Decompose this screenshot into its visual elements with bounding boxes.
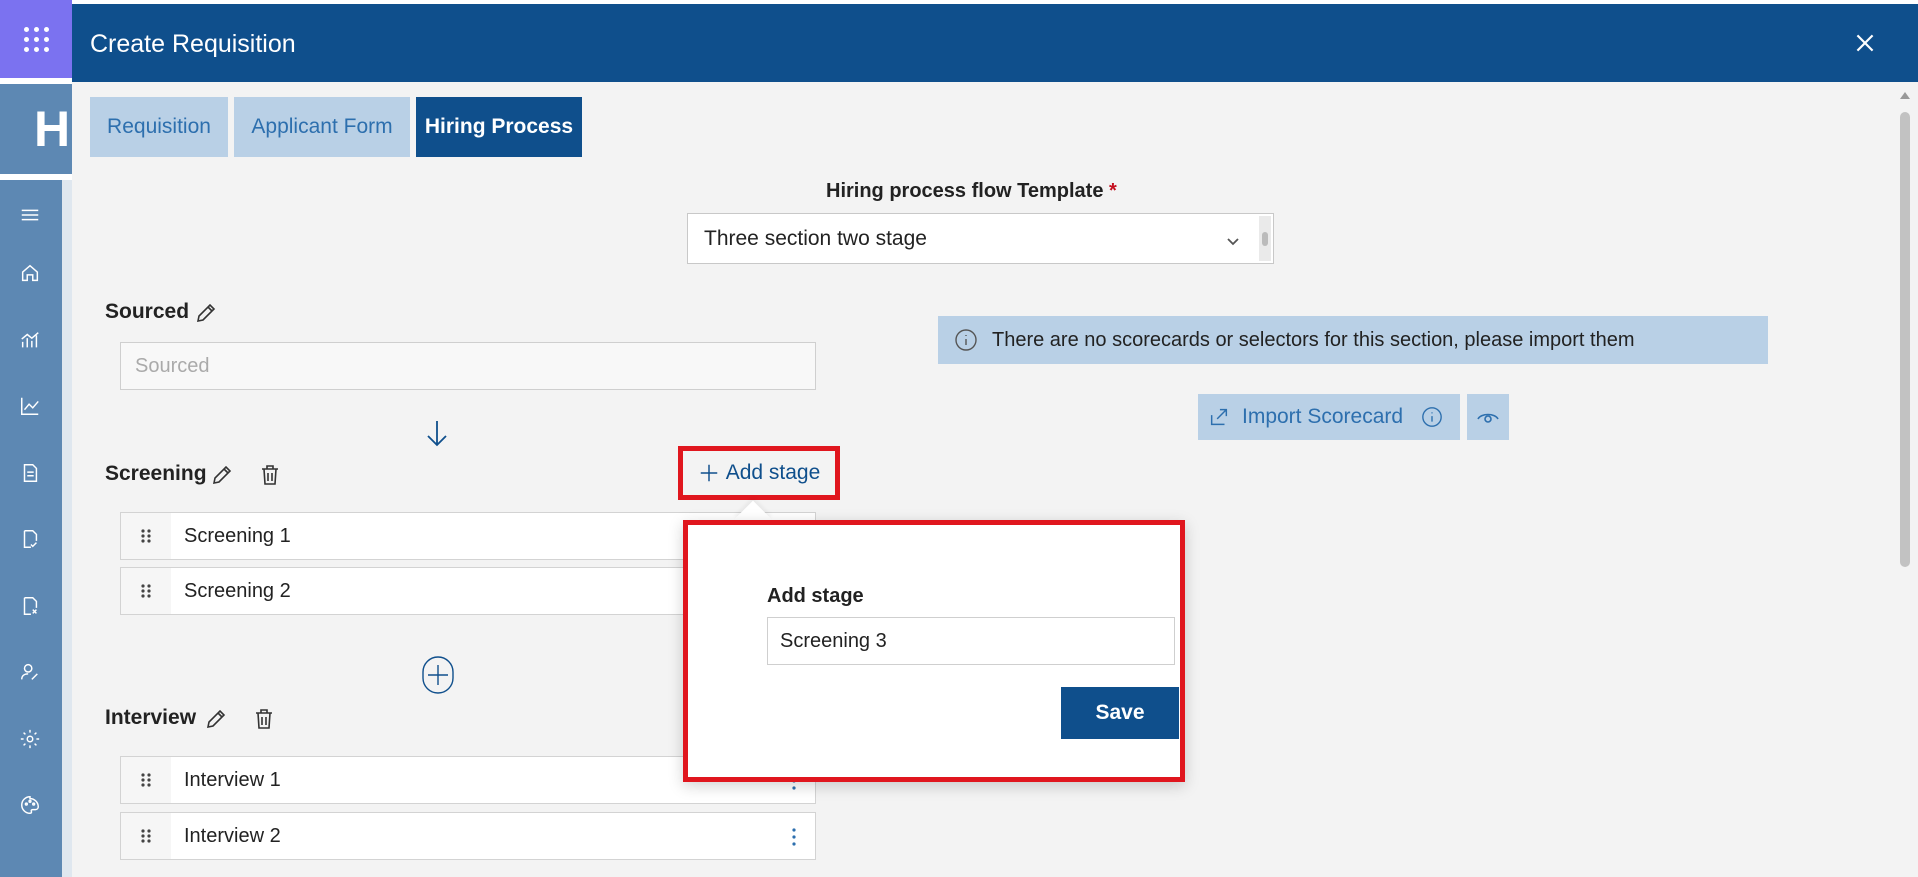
scroll-thumb[interactable] bbox=[1900, 112, 1910, 567]
add-stage-button[interactable]: Add stage bbox=[678, 446, 840, 500]
info-icon[interactable] bbox=[1421, 406, 1443, 428]
line-chart-icon[interactable] bbox=[17, 393, 43, 419]
template-select[interactable]: Three section two stage bbox=[687, 213, 1274, 264]
trash-icon bbox=[256, 709, 272, 729]
chevron-down-icon bbox=[1225, 231, 1241, 247]
stage-name-input[interactable] bbox=[767, 617, 1175, 665]
drag-handle-icon[interactable] bbox=[121, 513, 171, 559]
sourced-input: Sourced bbox=[120, 342, 816, 390]
close-icon bbox=[1856, 34, 1874, 52]
preview-scorecard-button[interactable] bbox=[1467, 394, 1509, 440]
section-label-sourced: Sourced bbox=[105, 300, 190, 323]
scroll-up-arrow[interactable] bbox=[1900, 92, 1910, 99]
analytics-icon[interactable] bbox=[17, 327, 43, 353]
stage-name: Interview 1 bbox=[184, 769, 281, 791]
select-scrollbar[interactable] bbox=[1259, 216, 1271, 261]
plus-circle-icon bbox=[422, 656, 454, 694]
dialog-header: Create Requisition bbox=[72, 4, 1918, 82]
edit-interview-button[interactable] bbox=[204, 707, 228, 731]
delete-interview-button[interactable] bbox=[252, 707, 276, 731]
settings-icon[interactable] bbox=[17, 726, 43, 752]
rail-gap bbox=[62, 180, 72, 877]
dialog-scrollbar[interactable] bbox=[1892, 82, 1918, 877]
person-edit-icon[interactable] bbox=[17, 659, 43, 685]
more-options-icon[interactable] bbox=[791, 827, 797, 847]
pencil-icon bbox=[212, 465, 232, 485]
stage-name: Interview 2 bbox=[184, 825, 281, 847]
home-icon[interactable] bbox=[17, 260, 43, 286]
add-stage-popup-title: Add stage bbox=[767, 585, 864, 607]
scorecard-info-bar: There are no scorecards or selectors for… bbox=[938, 316, 1768, 364]
drag-handle-icon[interactable] bbox=[121, 568, 171, 614]
close-button[interactable] bbox=[1852, 30, 1878, 56]
left-nav-rail bbox=[0, 180, 62, 877]
required-mark: * bbox=[1109, 180, 1117, 202]
delete-screening-button[interactable] bbox=[258, 463, 282, 487]
dialog-title: Create Requisition bbox=[90, 30, 296, 58]
section-label-screening: Screening bbox=[105, 462, 207, 485]
import-scorecard-button[interactable]: Import Scorecard bbox=[1198, 394, 1460, 440]
drag-handle-icon[interactable] bbox=[121, 757, 171, 803]
add-section-button[interactable] bbox=[422, 656, 454, 694]
stage-name: Screening 2 bbox=[184, 580, 291, 602]
edit-screening-button[interactable] bbox=[210, 463, 234, 487]
tab-applicant-form[interactable]: Applicant Form bbox=[234, 97, 410, 157]
trash-icon bbox=[262, 465, 278, 485]
import-scorecard-label: Import Scorecard bbox=[1242, 405, 1404, 428]
eye-icon bbox=[1477, 413, 1499, 423]
edit-sourced-button[interactable] bbox=[194, 301, 218, 325]
pencil-icon bbox=[206, 709, 226, 729]
drag-handle-icon[interactable] bbox=[121, 813, 171, 859]
plus-icon bbox=[700, 464, 717, 482]
create-requisition-dialog: Create Requisition Requisition Applicant… bbox=[72, 4, 1918, 877]
app-launcher-button[interactable] bbox=[0, 0, 72, 78]
stage-name: Screening 1 bbox=[184, 525, 291, 547]
share-icon bbox=[1208, 406, 1230, 428]
info-icon bbox=[955, 329, 977, 351]
waffle-icon bbox=[23, 26, 49, 52]
palette-icon[interactable] bbox=[17, 792, 43, 818]
document-check-icon[interactable] bbox=[17, 526, 43, 552]
template-select-value: Three section two stage bbox=[704, 226, 927, 250]
template-label: Hiring process flow Template * bbox=[826, 180, 1117, 203]
arrow-down-icon bbox=[424, 418, 450, 448]
menu-icon[interactable] bbox=[17, 202, 43, 228]
tab-requisition[interactable]: Requisition bbox=[90, 97, 228, 157]
document-remove-icon[interactable] bbox=[17, 593, 43, 619]
save-button[interactable]: Save bbox=[1061, 687, 1179, 739]
stage-row[interactable]: Interview 2 bbox=[120, 812, 816, 860]
template-label-text: Hiring process flow Template bbox=[826, 180, 1104, 202]
document-icon[interactable] bbox=[17, 460, 43, 486]
add-stage-popup: Add stage Save bbox=[683, 520, 1185, 782]
section-label-interview: Interview bbox=[105, 706, 197, 729]
tab-hiring-process[interactable]: Hiring Process bbox=[416, 97, 582, 157]
pencil-icon bbox=[196, 303, 216, 323]
scorecard-info-text: There are no scorecards or selectors for… bbox=[992, 328, 1635, 351]
add-stage-label: Add stage bbox=[725, 461, 821, 484]
